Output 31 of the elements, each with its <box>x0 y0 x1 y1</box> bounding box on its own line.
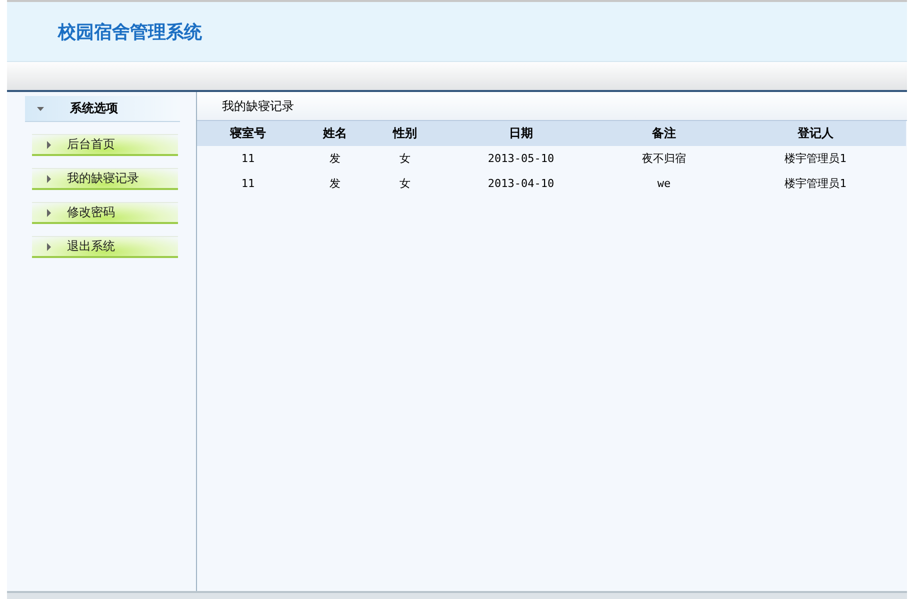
table-cell-text: 女 <box>398 176 412 192</box>
table-cell-text: we <box>656 176 672 192</box>
sidebar-item[interactable]: 我的缺寝记录 <box>32 168 178 190</box>
table-cell: 发 <box>299 146 371 171</box>
table-cell: 女 <box>371 146 439 171</box>
triangle-icon <box>47 140 51 148</box>
column-header: 备注 <box>603 121 725 146</box>
content-title: 我的缺寝记录 <box>222 98 294 114</box>
table-cell-text: 发 <box>328 176 342 192</box>
table-cell: 11 <box>197 146 299 171</box>
sidebar-item[interactable]: 修改密码 <box>32 202 178 224</box>
table-cell-text: 楼宇管理员1 <box>784 176 848 192</box>
column-header: 日期 <box>439 121 603 146</box>
sidebar-item[interactable]: 退出系统 <box>32 236 178 258</box>
sidebar-heading-text: 系统选项 <box>70 100 118 117</box>
table-cell: 楼宇管理员1 <box>725 146 906 171</box>
caret-icon <box>37 106 44 110</box>
column-header: 寝室号 <box>197 121 299 146</box>
triangle-icon <box>47 174 51 182</box>
table-cell: 夜不归宿 <box>603 146 725 171</box>
column-header: 姓名 <box>299 121 371 146</box>
sidebar-heading[interactable]: 系统选项 <box>25 96 180 122</box>
app-title: 校园宿舍管理系统 <box>58 20 202 44</box>
column-header: 性别 <box>371 121 439 146</box>
table-cell-text: 11 <box>240 176 256 192</box>
triangle-icon <box>47 208 51 216</box>
table-cell-text: 2013-04-10 <box>486 176 556 192</box>
triangle-icon <box>47 242 51 250</box>
table-cell: 2013-05-10 <box>439 146 603 171</box>
sidebar-item[interactable]: 后台首页 <box>32 134 178 156</box>
column-header: 登记人 <box>725 121 906 146</box>
